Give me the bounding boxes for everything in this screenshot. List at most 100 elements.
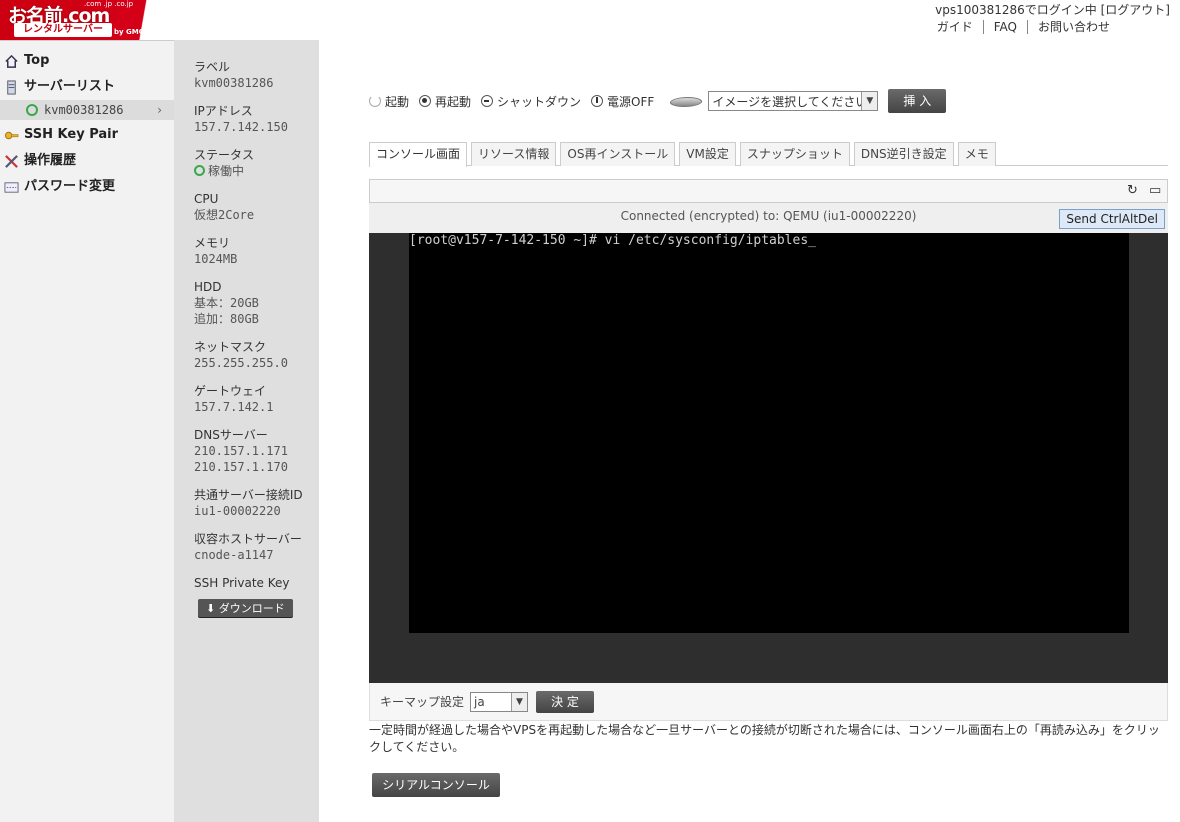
faq-link[interactable]: FAQ: [982, 20, 1027, 34]
memory-key: メモリ: [194, 236, 231, 250]
memory-value: 1024MB: [194, 252, 238, 266]
tab-bar: コンソール画面 リソース情報 OS再インストール VM設定 スナップショット D…: [369, 142, 1168, 167]
sidebar-item-ssh-key-pair[interactable]: SSH Key Pair: [0, 122, 174, 148]
tab-os-reinstall[interactable]: OS再インストール: [560, 142, 676, 166]
running-check-icon: [26, 104, 38, 116]
hdd-extra-value: 追加：80GB: [194, 312, 259, 326]
tab-resources[interactable]: リソース情報: [471, 142, 557, 166]
ip-key: IPアドレス: [194, 104, 253, 118]
hdd-base-value: 基本：20GB: [194, 296, 259, 310]
shutdown-icon: [481, 95, 494, 107]
terminal-screen[interactable]: [root@v157-7-142-150 ~]# vi /etc/sysconf…: [409, 233, 1129, 633]
image-select[interactable]: イメージを選択してください ▼: [708, 91, 879, 111]
onamae-logo[interactable]: お名前.com .com .jp .co.jp レンタルサーバー by GMO: [0, 0, 152, 40]
header: お名前.com .com .jp .co.jp レンタルサーバー by GMO …: [0, 0, 1180, 40]
sidebar-item-history[interactable]: 操作履歴: [0, 148, 174, 174]
login-status[interactable]: vps100381286でログイン中 [ログアウト]: [935, 1, 1170, 18]
download-label: ダウンロード: [218, 602, 285, 615]
keymap-select[interactable]: ja ▼: [470, 691, 529, 712]
top-links: ガイド FAQ お問い合わせ: [927, 20, 1120, 34]
netmask-key: ネットマスク: [194, 340, 267, 354]
keymap-value: ja: [474, 694, 485, 709]
host-value: cnode-a1147: [194, 548, 274, 562]
server-icon: [7, 80, 16, 95]
guide-link[interactable]: ガイド: [927, 20, 983, 34]
gateway-key: ゲートウェイ: [194, 384, 267, 398]
server-info-panel: ラベル kvm00381286 IPアドレス 157.7.142.150 ステータス…: [174, 40, 319, 822]
restart-radio-icon: [419, 95, 432, 107]
label-value: kvm00381286: [194, 76, 274, 90]
console-status-bar: Connected (encrypted) to: QEMU (iu1-0000…: [369, 203, 1168, 233]
tab-dns-reverse[interactable]: DNS逆引き設定: [853, 142, 954, 166]
connection-status: Connected (encrypted) to: QEMU (iu1-0000…: [620, 209, 917, 223]
start-option[interactable]: 起動: [369, 93, 409, 110]
sidebar-item-server-list[interactable]: サーバーリスト: [0, 74, 174, 100]
password-icon: [4, 182, 19, 193]
chevron-right-icon: ›: [157, 103, 162, 117]
dns-value-2: 210.157.1.170: [194, 460, 288, 474]
status-text: 稼働中: [208, 164, 245, 178]
status-value: 稼働中: [194, 163, 319, 179]
keymap-bar: キーマップ設定 ja ▼ 決 定: [369, 683, 1168, 721]
key-icon: [4, 131, 19, 140]
shared-id-key: 共通サーバー接続ID: [194, 488, 303, 502]
logo-by-gmo: by GMO: [114, 28, 145, 36]
poweroff-label: 電源OFF: [607, 94, 655, 109]
ssh-key-label: SSH Private Key: [194, 576, 290, 590]
console-frame: [root@v157-7-142-150 ~]# vi /etc/sysconf…: [369, 233, 1168, 683]
sidebar-item-top[interactable]: Top: [0, 48, 174, 74]
shutdown-option[interactable]: シャットダウン: [481, 93, 581, 110]
terminal-line: [root@v157-7-142-150 ~]# vi /etc/sysconf…: [409, 233, 816, 248]
start-label: 起動: [385, 94, 410, 109]
ip-value: 157.7.142.150: [194, 120, 288, 134]
reconnect-note: 一定時間が経過した場合やVPSを再起動した場合など一旦サーバーとの接続が切断され…: [369, 723, 1160, 754]
sidebar-item-label: SSH Key Pair: [24, 127, 119, 142]
chevron-down-icon: ▼: [511, 692, 528, 711]
tab-snapshot[interactable]: スナップショット: [739, 142, 850, 166]
poweroff-icon: [591, 95, 604, 107]
restart-label: 再起動: [435, 94, 472, 109]
download-icon: ⬇: [206, 602, 219, 615]
cpu-key: CPU: [194, 192, 219, 206]
netmask-value: 255.255.255.0: [194, 356, 288, 370]
host-key: 収容ホストサーバー: [194, 532, 302, 546]
cpu-value: 仮想2Core: [194, 208, 255, 222]
disk-icon: [670, 94, 702, 108]
dns-key: DNSサーバー: [194, 428, 268, 442]
power-controls: 起動 再起動 シャットダウン 電源OFF イメージを選択してください ▼ 挿 入: [369, 89, 947, 113]
tab-memo[interactable]: メモ: [957, 142, 996, 166]
keymap-submit-button[interactable]: 決 定: [536, 690, 595, 713]
status-key: ステータス: [194, 148, 255, 162]
sidebar-item-label: Top: [24, 53, 50, 68]
sidebar-item-password[interactable]: パスワード変更: [0, 174, 174, 200]
server-entry-label: kvm00381286: [44, 103, 124, 117]
sidebar-item-label: 操作履歴: [24, 153, 77, 168]
chevron-down-icon: ▼: [861, 92, 878, 110]
label-key: ラベル: [194, 60, 231, 74]
tools-icon: [5, 155, 18, 168]
download-button[interactable]: ⬇ ダウンロード: [198, 599, 293, 617]
sidebar-server-entry[interactable]: kvm00381286 ›: [0, 100, 174, 120]
shared-id-value: iu1-00002220: [194, 504, 281, 518]
shutdown-label: シャットダウン: [497, 94, 582, 109]
logo-subtitle: レンタルサーバー: [14, 23, 112, 37]
image-select-value: イメージを選択してください: [712, 94, 868, 109]
tab-vm-settings[interactable]: VM設定: [679, 142, 736, 166]
hdd-key: HDD: [194, 280, 222, 294]
insert-button[interactable]: 挿 入: [888, 89, 947, 113]
contact-link[interactable]: お問い合わせ: [1026, 20, 1120, 34]
poweroff-option[interactable]: 電源OFF: [591, 93, 654, 110]
reload-icon[interactable]: ↻: [1127, 184, 1141, 198]
tab-console[interactable]: コンソール画面: [369, 142, 468, 167]
running-check-icon: [194, 165, 205, 176]
logo-domains: .com .jp .co.jp: [84, 0, 134, 8]
restart-option[interactable]: 再起動: [419, 93, 471, 110]
keymap-label: キーマップ設定: [380, 695, 465, 709]
console-toolbar: ↻ ▭: [369, 179, 1168, 203]
gateway-value: 157.7.142.1: [194, 400, 274, 414]
serial-console-button[interactable]: シリアルコンソール: [372, 773, 500, 797]
home-icon: [5, 54, 18, 68]
main-content: 起動 再起動 シャットダウン 電源OFF イメージを選択してください ▼ 挿 入…: [319, 40, 1180, 822]
send-ctrl-alt-del-button[interactable]: Send CtrlAltDel: [1059, 209, 1165, 229]
fullscreen-icon[interactable]: ▭: [1149, 184, 1163, 198]
